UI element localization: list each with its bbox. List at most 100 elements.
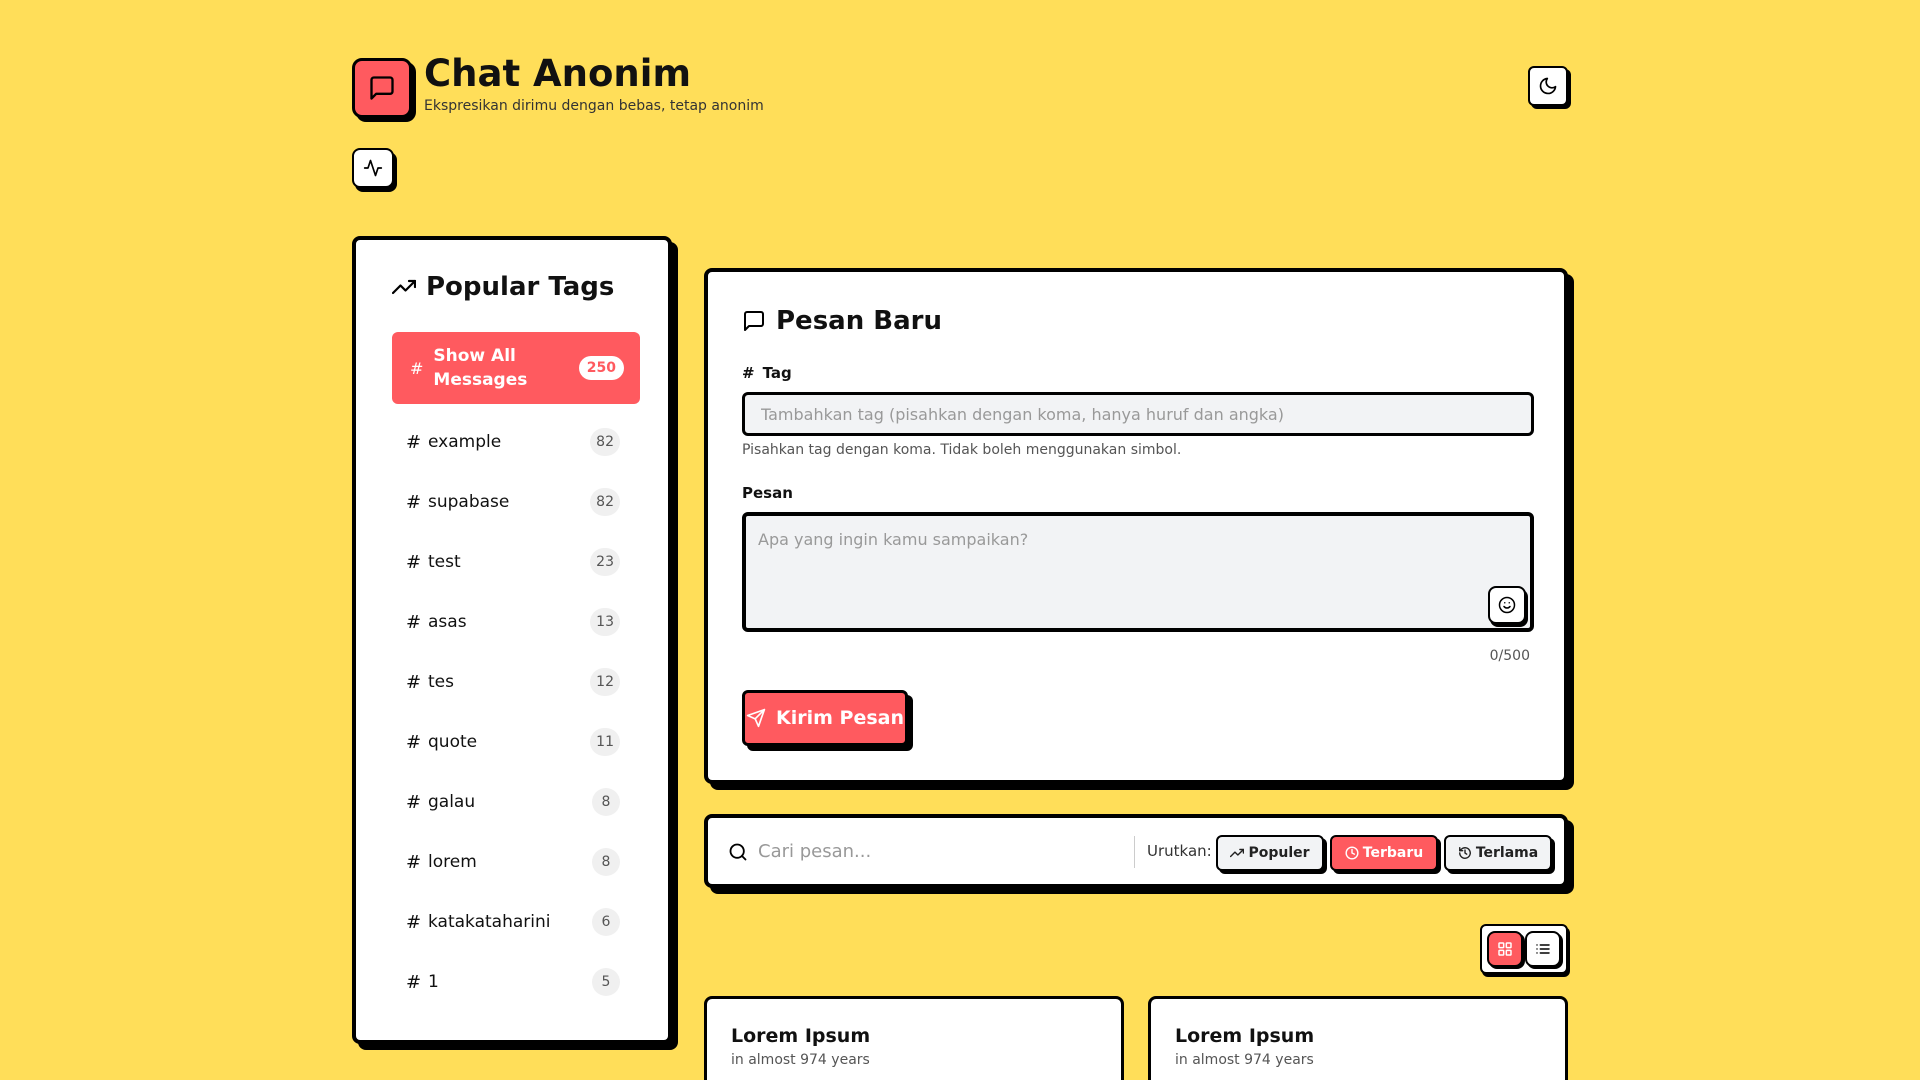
clock-icon: [1345, 846, 1359, 860]
tag-name: supabase: [428, 492, 510, 512]
new-message-heading: Pesan Baru: [742, 306, 942, 336]
search-bar: Urutkan: Populer Terbaru Terlama: [704, 814, 1568, 888]
character-counter: 0/500: [1489, 648, 1530, 664]
tag-item-test[interactable]: # test 23: [392, 532, 640, 592]
tag-item-supabase[interactable]: # supabase 82: [392, 472, 640, 532]
tag-count: 11: [590, 728, 620, 756]
tag-count: 6: [592, 908, 620, 936]
tag-list: # example 82 # supabase 82 # test 23 # a…: [392, 412, 640, 1012]
emoji-button[interactable]: [1488, 586, 1526, 624]
hash-icon: #: [406, 731, 422, 753]
tag-name: katakataharini: [428, 912, 551, 932]
hash-icon: #: [406, 551, 422, 573]
tag-item-galau[interactable]: # galau 8: [392, 772, 640, 832]
send-message-button[interactable]: Kirim Pesan: [742, 690, 908, 746]
message-square-icon: [742, 309, 766, 333]
message-field-label: Pesan: [742, 484, 793, 502]
tag-count: 82: [590, 428, 620, 456]
tag-count: 13: [590, 608, 620, 636]
message-card-time: in almost 974 years: [1175, 1052, 1314, 1068]
tag-name: 1: [428, 972, 439, 992]
popular-tags-title: Popular Tags: [426, 272, 615, 302]
sort-populer-label: Populer: [1248, 845, 1310, 861]
activity-icon: [363, 158, 383, 178]
tag-count: 8: [592, 848, 620, 876]
tag-item-asas[interactable]: # asas 13: [392, 592, 640, 652]
trending-up-icon: [1230, 846, 1245, 860]
history-icon: [1458, 846, 1472, 860]
activity-button[interactable]: [352, 148, 394, 188]
smile-icon: [1498, 596, 1516, 614]
hash-icon: #: [406, 611, 422, 633]
hash-icon: #: [406, 671, 422, 693]
sort-terlama-label: Terlama: [1475, 845, 1539, 861]
hash-icon: #: [406, 851, 422, 873]
tag-name: asas: [428, 612, 467, 632]
tag-input[interactable]: [742, 392, 1534, 436]
tag-count: 5: [592, 968, 620, 996]
show-all-messages-button[interactable]: # Show All Messages 250: [392, 332, 640, 404]
tag-name: lorem: [428, 852, 477, 872]
tag-help-text: Pisahkan tag dengan koma. Tidak boleh me…: [742, 442, 1182, 458]
grid-icon: [1497, 941, 1513, 957]
moon-icon: [1538, 76, 1558, 96]
tag-count: 8: [592, 788, 620, 816]
message-card-title: Lorem Ipsum: [731, 1025, 871, 1047]
hash-icon: #: [742, 364, 755, 382]
send-icon: [746, 708, 766, 728]
message-field-wrapper: [742, 512, 1534, 632]
list-icon: [1535, 941, 1551, 957]
search-divider: [1134, 836, 1135, 868]
sort-terlama-button[interactable]: Terlama: [1444, 835, 1552, 871]
tag-count: 12: [590, 668, 620, 696]
message-card[interactable]: Lorem Ipsum in almost 974 years: [704, 996, 1124, 1080]
tag-field-label: # Tag: [742, 364, 792, 382]
tag-name: test: [428, 552, 461, 572]
message-card[interactable]: Lorem Ipsum in almost 974 years: [1148, 996, 1568, 1080]
tag-count: 82: [590, 488, 620, 516]
tag-name: example: [428, 432, 502, 452]
tag-item-1[interactable]: # 1 5: [392, 952, 640, 1012]
tag-count: 23: [590, 548, 620, 576]
sort-terbaru-button[interactable]: Terbaru: [1330, 835, 1438, 871]
grid-view-button[interactable]: [1487, 931, 1523, 967]
message-card-title: Lorem Ipsum: [1175, 1025, 1315, 1047]
hash-icon: #: [406, 431, 422, 453]
popular-tags-panel: Popular Tags # Show All Messages 250 # e…: [352, 236, 672, 1044]
send-message-label: Kirim Pesan: [776, 707, 904, 729]
tag-item-katakataharini[interactable]: # katakataharini 6: [392, 892, 640, 952]
tag-item-tes[interactable]: # tes 12: [392, 652, 640, 712]
hash-icon: #: [406, 911, 422, 933]
message-textarea[interactable]: [746, 516, 1530, 628]
hash-icon: #: [410, 358, 424, 378]
tag-item-lorem[interactable]: # lorem 8: [392, 832, 640, 892]
tag-name: quote: [428, 732, 478, 752]
sort-populer-button[interactable]: Populer: [1216, 835, 1324, 871]
hash-icon: #: [406, 791, 422, 813]
search-input[interactable]: [758, 832, 1116, 870]
message-card-time: in almost 974 years: [731, 1052, 870, 1068]
tag-name: galau: [428, 792, 476, 812]
app-title: Chat Anonim: [424, 52, 692, 95]
search-icon: [728, 842, 748, 862]
hash-icon: #: [406, 491, 422, 513]
popular-tags-heading: Popular Tags: [392, 272, 614, 302]
tag-item-quote[interactable]: # quote 11: [392, 712, 640, 772]
tag-item-example[interactable]: # example 82: [392, 412, 640, 472]
view-toggle: [1480, 924, 1568, 974]
theme-toggle-button[interactable]: [1528, 66, 1568, 106]
new-message-title: Pesan Baru: [776, 306, 942, 336]
tag-label-text: Tag: [762, 364, 792, 382]
new-message-card: Pesan Baru # Tag Pisahkan tag dengan kom…: [704, 268, 1568, 784]
trending-up-icon: [392, 275, 416, 299]
hash-icon: #: [406, 971, 422, 993]
show-all-label: Show All Messages: [433, 346, 528, 390]
app-logo: [352, 58, 412, 118]
sort-label: Urutkan:: [1147, 842, 1212, 860]
show-all-count: 250: [578, 356, 624, 380]
sort-terbaru-label: Terbaru: [1362, 845, 1424, 861]
tag-name: tes: [428, 672, 454, 692]
list-view-button[interactable]: [1525, 931, 1561, 967]
app-subtitle: Ekspresikan dirimu dengan bebas, tetap a…: [424, 98, 764, 114]
message-square-icon: [368, 74, 396, 102]
